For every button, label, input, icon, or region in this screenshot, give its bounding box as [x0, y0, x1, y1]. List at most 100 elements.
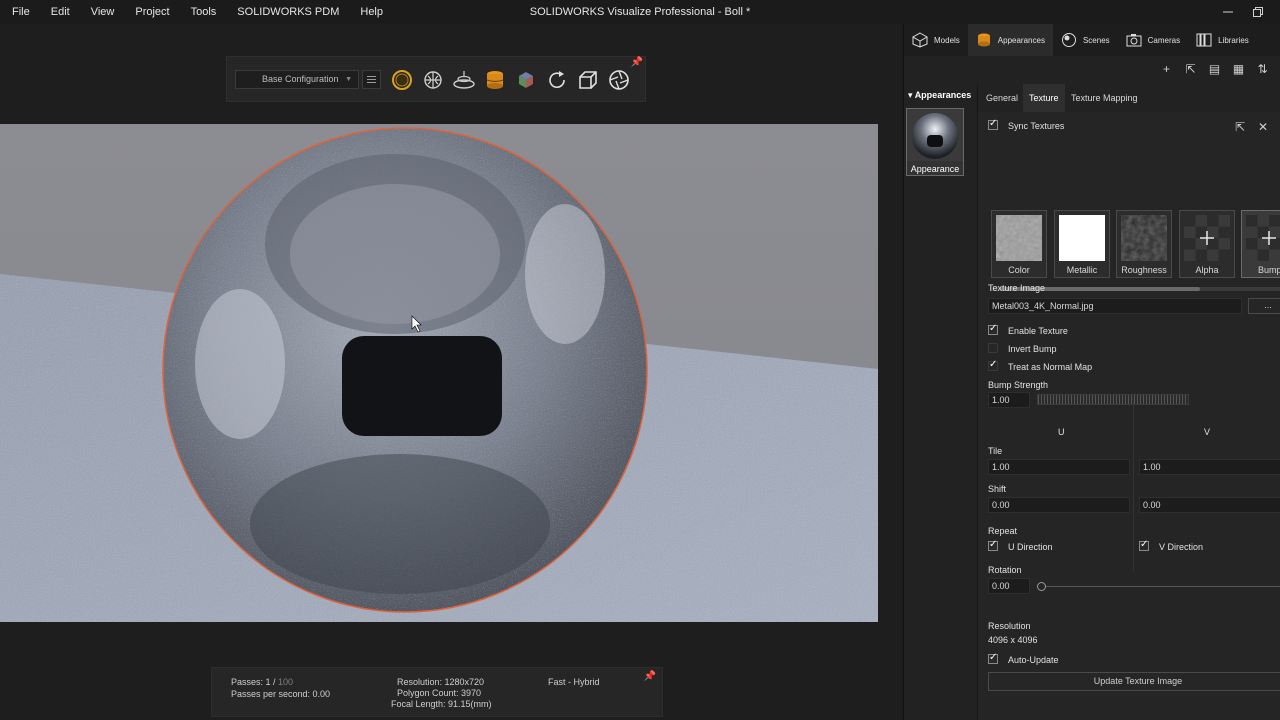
grid-view-icon[interactable]: ▦ [1231, 62, 1246, 77]
shutter-icon[interactable] [607, 68, 631, 92]
title-bar: SOLIDWORKS Visualize Professional - Boll… [0, 0, 1280, 24]
main-toolbar: Base Configuration ▼ 📌 [226, 56, 646, 102]
texture-properties: General Texture Texture Mapping Sync Tex… [978, 84, 1280, 720]
render-scene[interactable] [0, 124, 878, 622]
texture-slot-alpha[interactable]: Alpha [1179, 210, 1235, 278]
texture-slot-metallic[interactable]: Metallic [1054, 210, 1110, 278]
menu-edit[interactable]: Edit [51, 6, 70, 18]
auto-update-label: Auto-Update [1008, 655, 1059, 665]
texture-slot-bump[interactable]: Bump [1241, 210, 1280, 278]
save-icon[interactable]: ▤ [1207, 62, 1222, 77]
camera-orbit-icon[interactable] [421, 68, 445, 92]
rotation-field[interactable]: 0.00 [988, 578, 1030, 594]
cylinder-tool-icon[interactable] [483, 68, 507, 92]
shift-u-field[interactable]: 0.00 [988, 497, 1130, 513]
pin-icon[interactable]: 📌 [644, 671, 656, 682]
focal-length: Focal Length: 91.15(mm) [391, 699, 492, 709]
v-direction-label: V Direction [1159, 542, 1204, 552]
tab-models[interactable]: Models [904, 24, 968, 56]
tab-cameras[interactable]: Cameras [1118, 24, 1188, 56]
collapse-icon[interactable]: ▾ [908, 90, 915, 100]
chrome-sphere-thumbnail [907, 109, 963, 161]
menu-view[interactable]: View [91, 6, 115, 18]
tab-general[interactable]: General [980, 84, 1024, 112]
bump-strength-label: Bump Strength [988, 380, 1049, 390]
menu-solidworks-pdm[interactable]: SOLIDWORKS PDM [237, 6, 339, 18]
passes-max-input[interactable]: 100 [278, 677, 293, 687]
refresh-icon[interactable] [545, 68, 569, 92]
repeat-label: Repeat [988, 526, 1018, 536]
texture-image-label: Texture Image [988, 283, 1046, 293]
texture-slot-roughness[interactable]: Roughness [1116, 210, 1172, 278]
bump-strength-field[interactable]: 1.00 [988, 392, 1030, 408]
normal-map-checkbox[interactable] [988, 359, 998, 371]
workspace: Base Configuration ▼ 📌 Passes: 1 / 100 P… [0, 24, 903, 720]
tile-label: Tile [988, 446, 1003, 456]
v-direction-checkbox[interactable] [1139, 539, 1149, 551]
shift-v-field[interactable]: 0.00 [1139, 497, 1280, 513]
normal-map-label: Treat as Normal Map [1008, 362, 1093, 372]
browse-button[interactable]: ... [1248, 298, 1280, 314]
appearances-header: Appearances [914, 90, 972, 100]
tab-texture-mapping[interactable]: Texture Mapping [1065, 84, 1144, 112]
enable-texture-checkbox[interactable] [988, 323, 998, 335]
configuration-list-button[interactable] [362, 70, 381, 89]
enable-texture-label: Enable Texture [1008, 326, 1068, 336]
tile-u-field[interactable]: 1.00 [988, 459, 1130, 475]
cube-tool-icon[interactable] [514, 68, 538, 92]
chevron-down-icon: ▼ [345, 76, 352, 83]
palette-tabs: Models Appearances Scenes Cameras Librar… [904, 24, 1280, 56]
texture-slot-color[interactable]: Color [991, 210, 1047, 278]
uv-divider [1133, 399, 1134, 571]
globe-icon [1061, 33, 1076, 47]
auto-update-checkbox[interactable] [988, 652, 998, 664]
restore-button[interactable] [1243, 0, 1273, 24]
menu-help[interactable]: Help [360, 6, 383, 18]
appearance-ring-icon[interactable] [390, 68, 414, 92]
render-mode[interactable]: Fast - Hybrid [548, 677, 600, 687]
menu-file[interactable]: File [12, 6, 30, 18]
invert-bump-checkbox[interactable] [988, 343, 998, 353]
rotation-label: Rotation [988, 565, 1022, 575]
add-icon[interactable]: + [1159, 62, 1174, 77]
minimize-button[interactable] [1213, 0, 1243, 24]
render-viewport[interactable] [0, 124, 878, 622]
export-texture-icon[interactable]: ⇱ [1233, 120, 1247, 134]
camera-icon [1126, 34, 1142, 47]
u-direction-checkbox[interactable] [988, 539, 998, 551]
roughness-texture-preview [1121, 215, 1167, 261]
pin-icon[interactable]: 📌 [631, 57, 643, 68]
tile-v-field[interactable]: 1.00 [1139, 459, 1280, 475]
render-output-icon[interactable] [576, 68, 600, 92]
bump-strength-slider[interactable] [1037, 394, 1189, 405]
appearance-thumbnail[interactable]: Appearance [906, 108, 964, 176]
menu-bar: File Edit View Project Tools SOLIDWORKS … [12, 0, 404, 24]
update-texture-button[interactable]: Update Texture Image [988, 672, 1280, 691]
render-resolution: Resolution: 1280x720 [397, 677, 485, 687]
texture-image-field[interactable]: Metal003_4K_Normal.jpg [988, 298, 1242, 314]
restore-icon [1253, 7, 1263, 17]
rotation-slider[interactable] [1037, 586, 1280, 587]
passes-per-second: Passes per second: 0.00 [231, 689, 331, 699]
color-texture-preview [996, 215, 1042, 261]
resolution-label: Resolution [988, 621, 1031, 631]
configuration-dropdown[interactable]: Base Configuration ▼ [235, 70, 359, 89]
sync-textures-checkbox[interactable] [988, 118, 998, 130]
invert-bump-label: Invert Bump [1008, 344, 1057, 354]
sort-icon[interactable]: ⇅ [1255, 62, 1270, 77]
tab-libraries[interactable]: Libraries [1188, 24, 1257, 56]
close-icon[interactable]: ✕ [1256, 120, 1270, 134]
minimize-icon [1223, 11, 1233, 13]
add-texture-icon [1246, 215, 1280, 261]
appearance-label: Appearance [910, 164, 960, 174]
floor-icon[interactable] [452, 68, 476, 92]
tab-texture[interactable]: Texture [1023, 84, 1065, 112]
export-icon[interactable]: ⇱ [1183, 62, 1198, 77]
tab-appearances[interactable]: Appearances [967, 24, 1053, 56]
palette-panel: Models Appearances Scenes Cameras Librar… [903, 24, 1280, 720]
menu-tools[interactable]: Tools [191, 6, 217, 18]
sphere-model[interactable] [162, 127, 648, 613]
rotation-slider-handle[interactable] [1037, 582, 1046, 591]
tab-scenes[interactable]: Scenes [1053, 24, 1118, 56]
menu-project[interactable]: Project [135, 6, 169, 18]
